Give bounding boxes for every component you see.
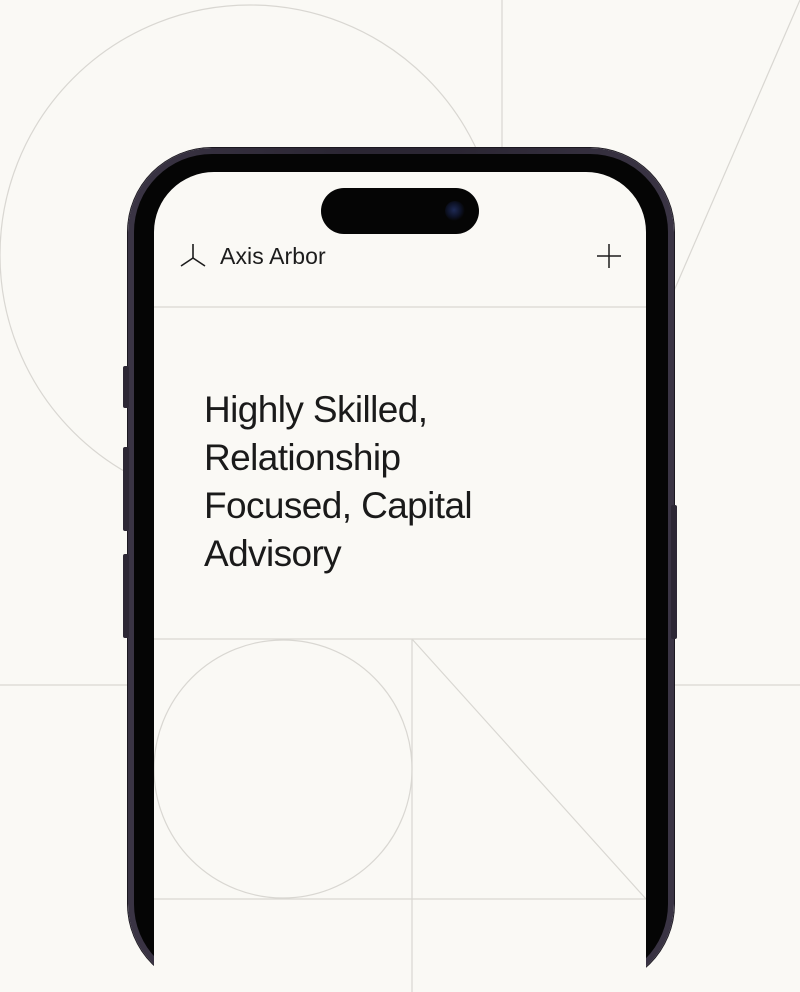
screen-line-art	[154, 306, 646, 992]
phone-screen: Axis Arbor Highly Skilled, Relationship …	[154, 172, 646, 992]
menu-button[interactable]	[594, 241, 624, 271]
grid-circle-shape	[154, 639, 413, 899]
hero-headline-line: Relationship	[204, 437, 401, 478]
phone-action-button	[123, 366, 129, 408]
site-header: Axis Arbor	[178, 238, 624, 274]
plus-icon	[597, 244, 621, 268]
hero-headline: Highly Skilled, Relationship Focused, Ca…	[204, 386, 624, 578]
tripod-icon[interactable]	[178, 241, 208, 271]
phone-volume-up-button	[123, 447, 129, 531]
hero-headline-line: Focused, Capital	[204, 485, 473, 526]
hero-headline-line: Highly Skilled,	[204, 389, 428, 430]
phone-power-button	[671, 505, 677, 639]
background-diagonal-line	[669, 0, 800, 301]
dynamic-island	[321, 188, 479, 234]
brand-name[interactable]: Axis Arbor	[220, 243, 326, 270]
grid-diagonal-shape	[411, 638, 646, 900]
hero-headline-line: Advisory	[204, 533, 342, 574]
phone-volume-down-button	[123, 554, 129, 638]
front-camera-icon	[445, 201, 465, 221]
